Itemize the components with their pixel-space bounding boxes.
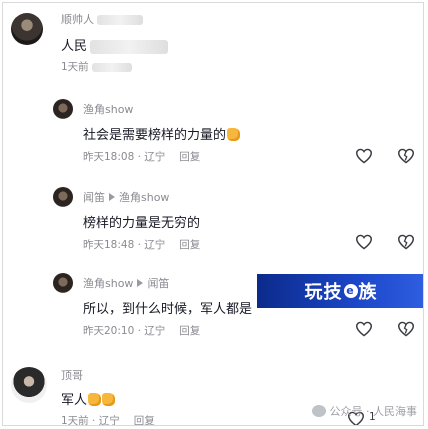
thumbs-up-icon	[227, 128, 241, 141]
comment-meta: 昨天18:08 · 辽宁 回复	[83, 151, 201, 163]
reply-arrow-icon	[109, 193, 115, 201]
comment-author[interactable]: 渔角show	[83, 101, 133, 117]
avatar[interactable]	[11, 13, 43, 45]
dislike-icon[interactable]	[397, 148, 415, 164]
comment-author[interactable]: 渔角show 闻笛	[83, 275, 169, 291]
reply-button[interactable]: 回复	[179, 325, 200, 337]
comment-meta: 1天前 · 辽宁 回复	[61, 415, 155, 426]
like-icon[interactable]	[355, 234, 373, 250]
like-icon[interactable]	[355, 148, 373, 164]
avatar[interactable]	[53, 187, 73, 207]
dislike-icon[interactable]	[397, 321, 415, 337]
thumbs-up-icon	[102, 393, 116, 406]
wechat-icon	[311, 405, 326, 417]
comment-text: 所以，到什么时候，军人都是	[83, 302, 253, 317]
comment-author[interactable]: 顶哥	[61, 367, 83, 383]
avatar[interactable]	[53, 273, 73, 293]
comment-text: 社会是需要榜样的力量的	[83, 124, 241, 143]
avatar[interactable]	[11, 367, 47, 403]
wechat-watermark: 公众号 · 人民海事	[311, 403, 417, 419]
comment-thread: 顺帅人 人民 1天前 渔角show 社会是需要榜样的力量的 昨天18:08 · …	[2, 2, 424, 426]
comment-text: 军人	[61, 389, 116, 408]
reply-button[interactable]: 回复	[134, 415, 155, 425]
blurred-text	[90, 39, 169, 54]
thumbs-up-icon	[88, 393, 102, 406]
comment-text: 人民	[61, 35, 169, 54]
reply-button[interactable]: 回复	[179, 151, 200, 163]
brand-watermark: 玩技 e 族	[257, 274, 423, 308]
reply-button[interactable]: 回复	[179, 239, 200, 251]
blurred-text	[91, 62, 132, 72]
comment-author[interactable]: 顺帅人	[61, 11, 143, 27]
blurred-text	[97, 15, 143, 25]
dislike-icon[interactable]	[397, 234, 415, 250]
like-icon[interactable]	[355, 321, 373, 337]
comment-meta: 1天前	[61, 59, 132, 74]
avatar[interactable]	[53, 99, 73, 119]
comment-meta: 昨天18:48 · 辽宁 回复	[83, 239, 201, 251]
comment-text: 榜样的力量是无穷的	[83, 216, 201, 231]
comment-meta: 昨天20:10 · 辽宁 回复	[83, 325, 201, 337]
comment-author[interactable]: 闻笛 渔角show	[83, 189, 169, 205]
reply-arrow-icon	[137, 279, 144, 287]
